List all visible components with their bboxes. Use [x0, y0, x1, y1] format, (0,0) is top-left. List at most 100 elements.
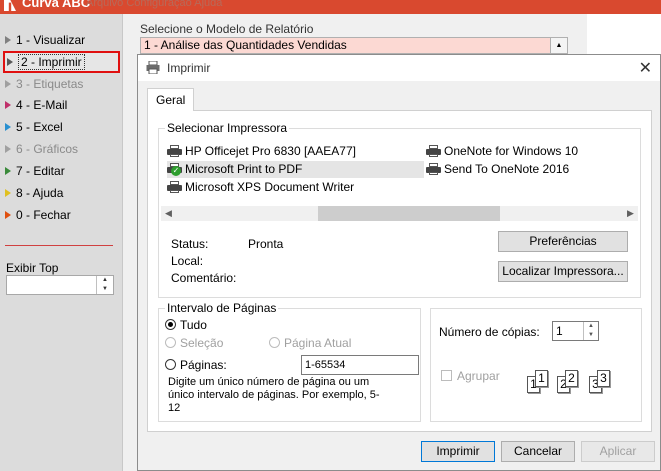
radio-icon — [165, 359, 176, 371]
printer-item[interactable]: Microsoft XPS Document Writer — [167, 179, 354, 196]
copies-spin: ▲ ▼ — [583, 322, 598, 340]
comment-label: Comentário: — [171, 271, 237, 285]
checkbox-icon — [441, 370, 452, 382]
collate-pages-icon: 1 1 2 2 3 3 — [527, 364, 623, 398]
copies-label: Número de cópias: — [439, 325, 540, 339]
sidebar-item-imprimir[interactable]: 2 - Imprimir — [3, 51, 120, 73]
report-model-value: 1 - Análise das Quantidades Vendidas — [144, 38, 347, 52]
printer-list-scrollbar[interactable]: ◀ ▶ — [161, 206, 638, 221]
close-icon[interactable]: ✕ — [639, 58, 652, 78]
printer-item[interactable]: HP Officejet Pro 6830 [AAEA77] — [167, 143, 356, 160]
spin-down-icon[interactable]: ▼ — [584, 331, 598, 340]
collate-checkbox[interactable]: Agrupar — [441, 369, 500, 383]
page-range-group: Intervalo de Páginas Tudo Seleção Página… — [158, 301, 421, 422]
pages-input[interactable]: 1-65534 — [301, 355, 419, 375]
sidebar-item-editar[interactable]: 7 - Editar — [5, 161, 117, 181]
sidebar-item-etiquetas[interactable]: 3 - Etiquetas — [5, 74, 117, 94]
range-all-label: Tudo — [180, 318, 207, 332]
sidebar-item-fechar[interactable]: 0 - Fechar — [5, 205, 117, 225]
page-icon: 3 — [597, 370, 610, 387]
app-logo-icon — [4, 0, 16, 11]
printer-icon — [426, 162, 441, 175]
sidebar: 1 - Visualizar 2 - Imprimir 3 - Etiqueta… — [0, 14, 123, 471]
sidebar-item-visualizar[interactable]: 1 - Visualizar — [5, 30, 117, 50]
scrollbar-thumb[interactable] — [318, 206, 500, 221]
range-pages-radio[interactable]: Páginas: — [165, 357, 227, 373]
arrow-icon — [7, 57, 13, 66]
app-background-area — [587, 14, 661, 54]
exibir-top-label: Exibir Top — [6, 261, 59, 275]
range-selection-radio[interactable]: Seleção — [165, 335, 223, 351]
printer-group: Selecionar Impressora HP Officejet Pro 6… — [158, 121, 641, 298]
printer-icon — [167, 144, 182, 157]
range-current-radio[interactable]: Página Atual — [269, 335, 351, 351]
sidebar-item-label: 2 - Imprimir — [18, 54, 85, 70]
local-label: Local: — [171, 254, 204, 268]
printer-name: OneNote for Windows 10 — [444, 144, 579, 158]
sidebar-item-graficos[interactable]: 6 - Gráficos — [5, 139, 117, 159]
page-icon: 1 — [535, 370, 548, 387]
exibir-top-spin: ▲ ▼ — [96, 276, 113, 294]
tab-geral[interactable]: Geral — [147, 88, 194, 111]
print-button[interactable]: Imprimir — [421, 441, 495, 462]
apply-button[interactable]: Aplicar — [581, 441, 655, 462]
range-pages-label: Páginas: — [180, 358, 227, 372]
print-dialog: Imprimir ✕ Geral Selecionar Impressora H… — [137, 54, 661, 471]
cancel-button[interactable]: Cancelar — [501, 441, 575, 462]
printer-item-selected[interactable]: ✓ Microsoft Print to PDF — [167, 161, 424, 178]
status-value: Pronta — [248, 237, 284, 251]
sidebar-item-label: 4 - E-Mail — [16, 98, 68, 112]
exibir-top-stepper[interactable]: ▲ ▼ — [6, 275, 114, 295]
sidebar-item-label: 5 - Excel — [16, 120, 63, 134]
sidebar-item-label: 6 - Gráficos — [16, 142, 79, 156]
copies-stepper[interactable]: 1 ▲ ▼ — [552, 321, 599, 341]
spin-up-icon[interactable]: ▲ — [97, 276, 113, 285]
scroll-left-icon[interactable]: ◀ — [161, 206, 176, 221]
spin-up-icon[interactable]: ▲ — [584, 322, 598, 331]
printer-item[interactable]: Send To OneNote 2016 — [426, 161, 569, 178]
printer-group-label: Selecionar Impressora — [165, 121, 290, 135]
find-printer-button[interactable]: Localizar Impressora... — [498, 261, 628, 282]
arrow-icon — [5, 35, 11, 44]
chevron-down-icon[interactable]: ▲ — [550, 38, 567, 53]
radio-selected-icon — [165, 319, 176, 331]
printer-name: Microsoft XPS Document Writer — [185, 180, 355, 194]
range-selection-label: Seleção — [180, 336, 224, 350]
arrow-icon — [5, 144, 11, 153]
status-label: Status: — [171, 237, 209, 251]
range-all-radio[interactable]: Tudo — [165, 317, 207, 333]
report-model-select[interactable]: 1 - Análise das Quantidades Vendidas ▲ — [140, 37, 568, 54]
radio-icon — [165, 337, 176, 349]
sidebar-item-label: 8 - Ajuda — [16, 186, 64, 200]
app-titlebar: Curva ABC Arquivo Configuração Ajuda — [0, 0, 661, 14]
default-printer-check-icon: ✓ — [167, 162, 182, 176]
printer-item[interactable]: OneNote for Windows 10 — [426, 143, 578, 160]
printer-icon — [426, 144, 441, 157]
sidebar-item-label: 3 - Etiquetas — [16, 77, 84, 91]
preferences-button[interactable]: Preferências — [498, 231, 628, 252]
arrow-icon — [5, 100, 11, 109]
printer-name: Send To OneNote 2016 — [444, 162, 570, 176]
printer-icon — [167, 180, 182, 193]
sidebar-item-label: 0 - Fechar — [16, 208, 71, 222]
collate-label: Agrupar — [457, 369, 500, 383]
tab-panel-geral: Selecionar Impressora HP Officejet Pro 6… — [147, 110, 652, 432]
arrow-icon — [5, 210, 11, 219]
sidebar-item-email[interactable]: 4 - E-Mail — [5, 95, 117, 115]
radio-icon — [269, 337, 280, 349]
copies-value: 1 — [556, 324, 563, 338]
printer-icon — [146, 61, 160, 74]
report-model-label: Selecione o Modelo de Relatório — [140, 22, 314, 36]
page-icon: 2 — [565, 370, 578, 387]
sidebar-item-excel[interactable]: 5 - Excel — [5, 117, 117, 137]
scroll-right-icon[interactable]: ▶ — [623, 206, 638, 221]
arrow-icon — [5, 188, 11, 197]
sidebar-divider — [5, 245, 113, 246]
arrow-icon — [5, 166, 11, 175]
spin-down-icon[interactable]: ▼ — [97, 285, 113, 294]
arrow-icon — [5, 122, 11, 131]
pages-hint: Digite um único número de página ou um ú… — [168, 376, 380, 414]
sidebar-item-ajuda[interactable]: 8 - Ajuda — [5, 183, 117, 203]
printer-name: HP Officejet Pro 6830 [AAEA77] — [185, 144, 356, 158]
page-range-label: Intervalo de Páginas — [165, 301, 279, 315]
